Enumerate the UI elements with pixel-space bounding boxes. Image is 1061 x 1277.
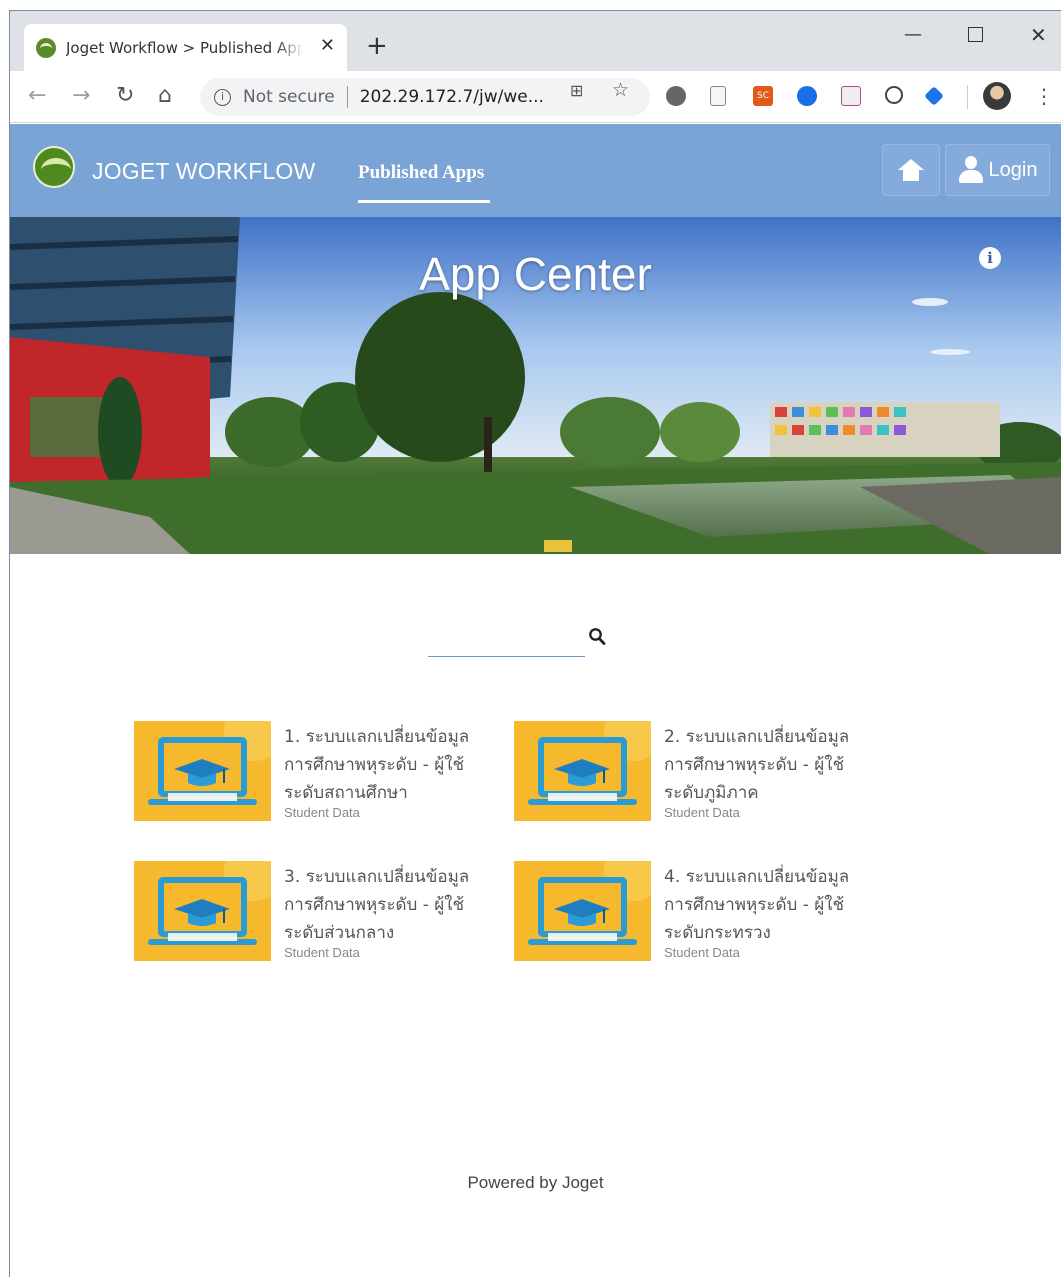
browser-window: Joget Workflow > Published Apps ✕ + — ✕ … xyxy=(9,10,1061,1277)
login-label: Login xyxy=(988,158,1038,181)
tab-strip: Joget Workflow > Published Apps ✕ + — ✕ xyxy=(10,11,1061,71)
site-info-icon[interactable]: i xyxy=(214,88,231,106)
graduation-laptop-icon xyxy=(134,861,271,961)
graduation-laptop-icon xyxy=(514,721,651,821)
app-category: Student Data xyxy=(284,805,360,820)
app-card[interactable]: 4. ระบบแลกเปลี่ยนข้อมูลการศึกษาพหุระดับ … xyxy=(514,861,874,971)
app-category: Student Data xyxy=(284,945,360,960)
profile-avatar[interactable] xyxy=(983,82,1011,110)
forward-icon[interactable]: → xyxy=(72,84,90,108)
info-icon[interactable]: i xyxy=(979,247,1001,269)
maximize-icon[interactable] xyxy=(968,27,983,42)
app-card[interactable]: 3. ระบบแลกเปลี่ยนข้อมูลการศึกษาพหุระดับ … xyxy=(134,861,494,971)
security-label: Not secure xyxy=(243,87,335,107)
footer-powered-by[interactable]: Powered by Joget xyxy=(10,1173,1061,1193)
extension-sc-icon[interactable]: SC xyxy=(753,86,773,106)
extension-document-icon[interactable] xyxy=(710,86,726,106)
app-center-banner: App Center i xyxy=(10,217,1061,554)
app-category: Student Data xyxy=(664,805,740,820)
nav-published-apps[interactable]: Published Apps xyxy=(358,162,484,184)
url-text[interactable]: 202.29.172.7/jw/we... xyxy=(360,87,544,107)
minimize-icon[interactable]: — xyxy=(904,25,922,45)
app-card[interactable]: 1. ระบบแลกเปลี่ยนข้อมูลการศึกษาพหุระดับ … xyxy=(134,721,494,831)
browser-menu-icon[interactable]: ⋮ xyxy=(1034,83,1054,109)
login-button[interactable]: Login xyxy=(945,144,1050,196)
app-card[interactable]: 2. ระบบแลกเปลี่ยนข้อมูลการศึกษาพหุระดับ … xyxy=(514,721,874,831)
new-tab-icon[interactable]: + xyxy=(366,33,388,59)
close-tab-icon[interactable]: ✕ xyxy=(320,36,335,56)
toolbar-divider xyxy=(967,85,968,109)
app-category: Student Data xyxy=(664,945,740,960)
app-name[interactable]: 1. ระบบแลกเปลี่ยนข้อมูลการศึกษาพหุระดับ … xyxy=(284,723,494,807)
back-icon[interactable]: ← xyxy=(28,84,46,108)
home-button[interactable] xyxy=(882,144,940,196)
search-box xyxy=(428,621,608,659)
omnibox-divider xyxy=(346,86,348,108)
app-name[interactable]: 3. ระบบแลกเปลี่ยนข้อมูลการศึกษาพหุระดับ … xyxy=(284,863,494,947)
extension-blue-circle-icon[interactable] xyxy=(797,86,817,106)
extension-chat-icon[interactable] xyxy=(666,86,686,106)
extension-pdf-icon[interactable] xyxy=(841,86,861,106)
house-icon xyxy=(898,159,924,181)
active-nav-indicator xyxy=(358,200,490,203)
close-window-icon[interactable]: ✕ xyxy=(1030,25,1047,45)
graduation-laptop-icon xyxy=(514,861,651,961)
search-input[interactable] xyxy=(428,623,585,657)
browser-tab[interactable]: Joget Workflow > Published Apps ✕ xyxy=(24,24,347,71)
browser-toolbar: ← → ↻ ⌂ i Not secure 202.29.172.7/jw/we.… xyxy=(10,71,1061,123)
tab-title: Joget Workflow > Published Apps xyxy=(66,38,304,57)
translate-icon[interactable]: ⊞ xyxy=(570,81,583,100)
app-name[interactable]: 2. ระบบแลกเปลี่ยนข้อมูลการศึกษาพหุระดับ … xyxy=(664,723,874,807)
app-info: 2. ระบบแลกเปลี่ยนข้อมูลการศึกษาพหุระดับ … xyxy=(664,723,874,820)
app-info: 3. ระบบแลกเปลี่ยนข้อมูลการศึกษาพหุระดับ … xyxy=(284,863,494,960)
app-info: 1. ระบบแลกเปลี่ยนข้อมูลการศึกษาพหุระดับ … xyxy=(284,723,494,820)
graduation-laptop-icon xyxy=(134,721,271,821)
app-info: 4. ระบบแลกเปลี่ยนข้อมูลการศึกษาพหุระดับ … xyxy=(664,863,874,960)
banner-title: App Center xyxy=(419,248,652,300)
bookmark-star-icon[interactable]: ☆ xyxy=(612,79,629,101)
app-header: JOGET WORKFLOW Published Apps Login xyxy=(10,124,1061,217)
extension-gauge-icon[interactable] xyxy=(885,86,903,104)
app-name[interactable]: 4. ระบบแลกเปลี่ยนข้อมูลการศึกษาพหุระดับ … xyxy=(664,863,874,947)
user-icon xyxy=(958,156,984,184)
joget-favicon-icon xyxy=(36,37,56,58)
joget-logo-icon[interactable] xyxy=(33,146,75,188)
home-icon[interactable]: ⌂ xyxy=(158,84,172,108)
brand-title[interactable]: JOGET WORKFLOW xyxy=(92,158,315,185)
reload-icon[interactable]: ↻ xyxy=(116,84,134,108)
extension-arrow-icon[interactable] xyxy=(924,86,944,106)
search-icon[interactable] xyxy=(588,627,606,647)
